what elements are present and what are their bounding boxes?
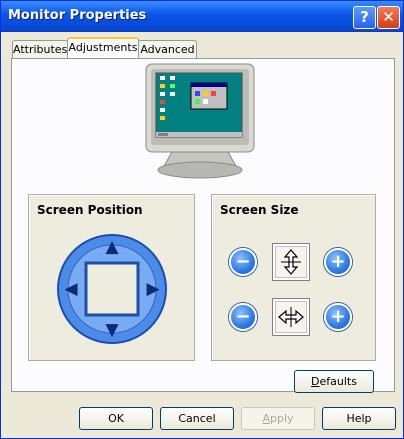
tab-advanced[interactable]: Advanced (138, 40, 197, 58)
horizontal-size-indicator (273, 299, 309, 335)
title-bar[interactable]: Monitor Properties ? ✕ (1, 1, 403, 32)
cancel-button[interactable]: Cancel (160, 407, 234, 430)
minus-icon: − (235, 251, 251, 272)
vertical-size-indicator (273, 244, 309, 280)
screen-position-title: Screen Position (37, 203, 143, 217)
horizontal-size-decrease-button[interactable]: − (229, 303, 257, 331)
tab-advanced-label: Advanced (140, 43, 195, 56)
minus-icon: − (235, 306, 251, 327)
tab-attributes[interactable]: Attributes (12, 40, 68, 58)
title-help-button[interactable]: ? (353, 6, 376, 29)
monitor-illustration-icon (145, 63, 255, 179)
apply-button[interactable]: Apply (241, 407, 315, 430)
screen-size-group: Screen Size − + − + (211, 194, 376, 361)
position-down-button[interactable]: ▼ (99, 320, 125, 340)
adjustments-panel: Screen Position ▲ ▼ ◀ ▶ Screen Size − + … (11, 58, 395, 393)
ok-button[interactable]: OK (79, 407, 153, 430)
tab-attributes-label: Attributes (13, 43, 68, 56)
apply-label: pply (270, 412, 294, 425)
position-up-button[interactable]: ▲ (99, 237, 125, 257)
vertical-size-increase-button[interactable]: + (324, 248, 352, 276)
position-right-button[interactable]: ▶ (142, 279, 164, 299)
monitor-properties-window: Monitor Properties ? ✕ Attributes Adjust… (0, 0, 404, 439)
vertical-size-decrease-button[interactable]: − (229, 248, 257, 276)
horizontal-size-increase-button[interactable]: + (324, 303, 352, 331)
tab-adjustments[interactable]: Adjustments (67, 37, 139, 58)
position-left-button[interactable]: ◀ (60, 279, 82, 299)
defaults-label: efaults (319, 375, 357, 388)
screen-position-group: Screen Position ▲ ▼ ◀ ▶ (28, 194, 195, 361)
plus-icon: + (330, 306, 346, 327)
defaults-button[interactable]: Defaults (294, 370, 374, 393)
defaults-accel: D (311, 375, 320, 388)
title-close-button[interactable]: ✕ (377, 6, 400, 29)
tab-adjustments-label: Adjustments (68, 41, 138, 54)
help-button[interactable]: Help (322, 407, 396, 430)
apply-accel: A (262, 412, 270, 425)
vertical-size-icon (281, 249, 301, 275)
screen-size-title: Screen Size (220, 203, 299, 217)
window-title: Monitor Properties (8, 8, 147, 23)
plus-icon: + (330, 251, 346, 272)
horizontal-size-icon (278, 307, 304, 327)
